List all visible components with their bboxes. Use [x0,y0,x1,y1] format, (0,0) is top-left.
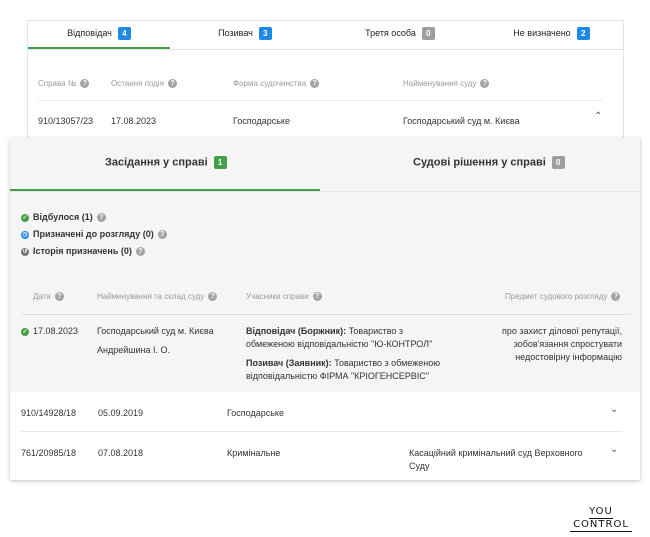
participant-defendant-name: обмеженою відповідальністю "Ю-КОНТРОЛ" [246,339,433,349]
count-badge: 2 [576,27,590,41]
tab-undefined[interactable]: Не визначено 2 [480,21,623,49]
column-header-last-event: Остання подія? [111,79,178,89]
count-badge: 0 [421,27,435,41]
party-tabs: Відповідач 4 Позивач 3 Третя особа 0 Не виз… [28,21,623,50]
chevron-down-icon[interactable]: ⌄ [610,444,618,455]
tab-plaintiff[interactable]: Позивач 3 [170,21,320,49]
status-history[interactable]: ↺ Історія призначень (0)? [21,246,145,257]
divider [10,191,640,192]
divider [21,314,631,315]
case-details-panel: Засідання у справі 1 Судові рішення у спр… [10,138,640,480]
history-icon: ↺ [21,247,29,256]
status-held[interactable]: ✓ Відбулося (1)? [21,212,106,223]
participant-defendant: Відповідач (Боржник): Товариство з [246,326,404,336]
case-form: Господарське [233,116,290,126]
help-icon[interactable]: ? [96,213,106,223]
chevron-down-icon[interactable]: ⌄ [610,404,618,415]
column-header-form: Форма судочинства? [233,79,320,89]
court-name: Господарський суд м. Києва [97,326,214,336]
participant-plaintiff-name: відповідальністю ФІРМА "КРІОГЕНСЕРВІС" [246,371,429,381]
column-header-date: Дата? [33,292,64,302]
case-date: 17.08.2023 [111,116,157,126]
participant-plaintiff: Позивач (Заявник): Товариство з обмежено… [246,358,440,368]
case-number[interactable]: 910/14928/18 [21,407,76,420]
clock-icon: ◷ [21,230,29,239]
column-header-court: Найменування суду? [403,79,490,89]
count-badge: 1 [213,156,227,169]
cases-card: Відповідач 4 Позивач 3 Третя особа 0 Не виз… [27,20,624,142]
column-header-court: Найменування та склад суду? [97,292,218,302]
help-icon[interactable]: ? [312,292,322,302]
youcontrol-logo: YOU CONTROL [570,499,632,532]
case-number[interactable]: 910/13057/23 [38,116,93,126]
help-icon[interactable]: ? [480,79,490,89]
case-form: Кримінальне [227,448,281,458]
column-header-subject: Предмет судового розгляду? [505,292,621,302]
hearing-participants: Відповідач (Боржник): Товариство з обмеж… [246,325,476,383]
help-icon[interactable]: ? [157,230,167,240]
hearing-date: ✓ 17.08.2023 [21,326,79,336]
case-court: Господарський суд м. Києва [403,116,520,126]
hearing-court: Господарський суд м. Києва Андрейшина І.… [97,325,214,357]
tab-label: Не визначено [513,28,571,38]
case-date: 05.09.2019 [98,408,144,418]
column-header-participants: Учасники справи? [246,292,322,302]
help-icon[interactable]: ? [168,79,178,89]
check-circle-icon: ✓ [21,327,29,336]
column-header-case-no: Справа №? [38,79,90,89]
chevron-up-icon[interactable]: ⌃ [594,111,602,122]
count-badge: 3 [258,27,272,41]
hearing-subject: про захист ділової репутації, зобов'язан… [501,326,622,362]
case-form: Господарське [227,408,284,418]
divider [38,100,603,101]
help-icon[interactable]: ? [54,292,64,302]
help-icon[interactable]: ? [135,247,145,257]
check-circle-icon: ✓ [21,213,29,222]
tab-label: Позивач [218,28,253,38]
judge-name: Андрейшина І. О. [97,345,170,355]
help-icon[interactable]: ? [80,79,90,89]
count-badge: 4 [117,27,131,41]
case-court: Касаційний кримінальний суд Верховного С… [409,448,583,471]
case-date: 07.08.2018 [98,448,144,458]
help-icon[interactable]: ? [310,79,320,89]
divider [20,431,622,432]
case-number[interactable]: 761/20985/18 [21,447,76,460]
help-icon[interactable]: ? [208,292,218,302]
count-badge: 0 [551,156,565,169]
status-scheduled[interactable]: ◷ Призначені до розгляду (0)? [21,229,167,240]
tab-hearings[interactable]: Засідання у справі 1 [105,156,227,169]
tab-decisions[interactable]: Судові рішення у справі 0 [413,156,565,169]
help-icon[interactable]: ? [611,292,621,302]
tab-defendant[interactable]: Відповідач 4 [28,21,170,49]
tab-third-party[interactable]: Третя особа 0 [320,21,480,49]
tab-label: Третя особа [365,28,416,38]
hearings-section: Засідання у справі 1 Судові рішення у спр… [10,138,640,392]
tab-label: Відповідач [67,28,112,38]
